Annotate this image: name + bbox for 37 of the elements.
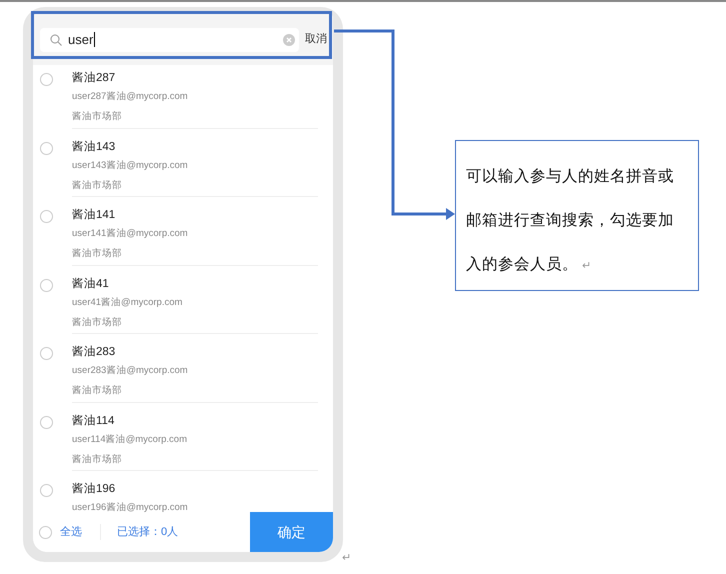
contact-department: 酱油市场部 <box>72 247 123 261</box>
selected-count: 已选择：0人 <box>117 524 178 540</box>
contact-name: 酱油143 <box>72 140 116 154</box>
contact-email: user141酱油@mycorp.com <box>72 227 189 241</box>
callout-text: 可以输入参与人的姓名拼音或邮箱进行查询搜索，勾选要加入的参会人员。 ↵ <box>466 167 675 275</box>
contact-name: 酱油141 <box>72 208 116 223</box>
contact-name: 酱油114 <box>72 414 116 428</box>
search-text: user <box>68 32 96 47</box>
contact-department: 酱油市场部 <box>72 110 123 124</box>
select-radio[interactable] <box>40 484 53 497</box>
contact-email: user41酱油@mycorp.com <box>72 296 184 310</box>
paragraph-mark: ↵ <box>342 551 352 566</box>
search-field[interactable]: user <box>40 28 299 52</box>
contact-name: 酱油41 <box>72 276 110 292</box>
contact-name: 酱油287 <box>72 70 116 86</box>
contact-department: 酱油市场部 <box>72 316 123 330</box>
contact-email: user287酱油@mycorp.com <box>72 90 189 104</box>
contact-email: user283酱油@mycorp.com <box>72 364 189 378</box>
contact-email: user196酱油@mycorp.com <box>72 501 189 512</box>
select-radio[interactable] <box>40 278 53 292</box>
select-all-link[interactable]: 全选 <box>60 524 82 540</box>
contact-email: user143酱油@mycorp.com <box>72 158 189 172</box>
select-radio[interactable] <box>40 73 53 86</box>
select-radio[interactable] <box>40 142 53 154</box>
select-radio[interactable] <box>40 347 53 360</box>
contact-department: 酱油市场部 <box>72 452 123 466</box>
search-icon <box>50 34 62 46</box>
select-radio[interactable] <box>40 210 53 223</box>
select-all-radio[interactable] <box>39 526 52 538</box>
contact-email: user114酱油@mycorp.com <box>72 432 188 446</box>
select-radio[interactable] <box>40 416 53 428</box>
contact-name: 酱油196 <box>72 482 116 497</box>
contact-department: 酱油市场部 <box>72 178 123 192</box>
clear-icon[interactable] <box>283 34 295 46</box>
contact-department: 酱油市场部 <box>72 384 123 398</box>
contact-name: 酱油283 <box>72 344 116 360</box>
cancel-button[interactable]: 取消 <box>305 31 327 48</box>
